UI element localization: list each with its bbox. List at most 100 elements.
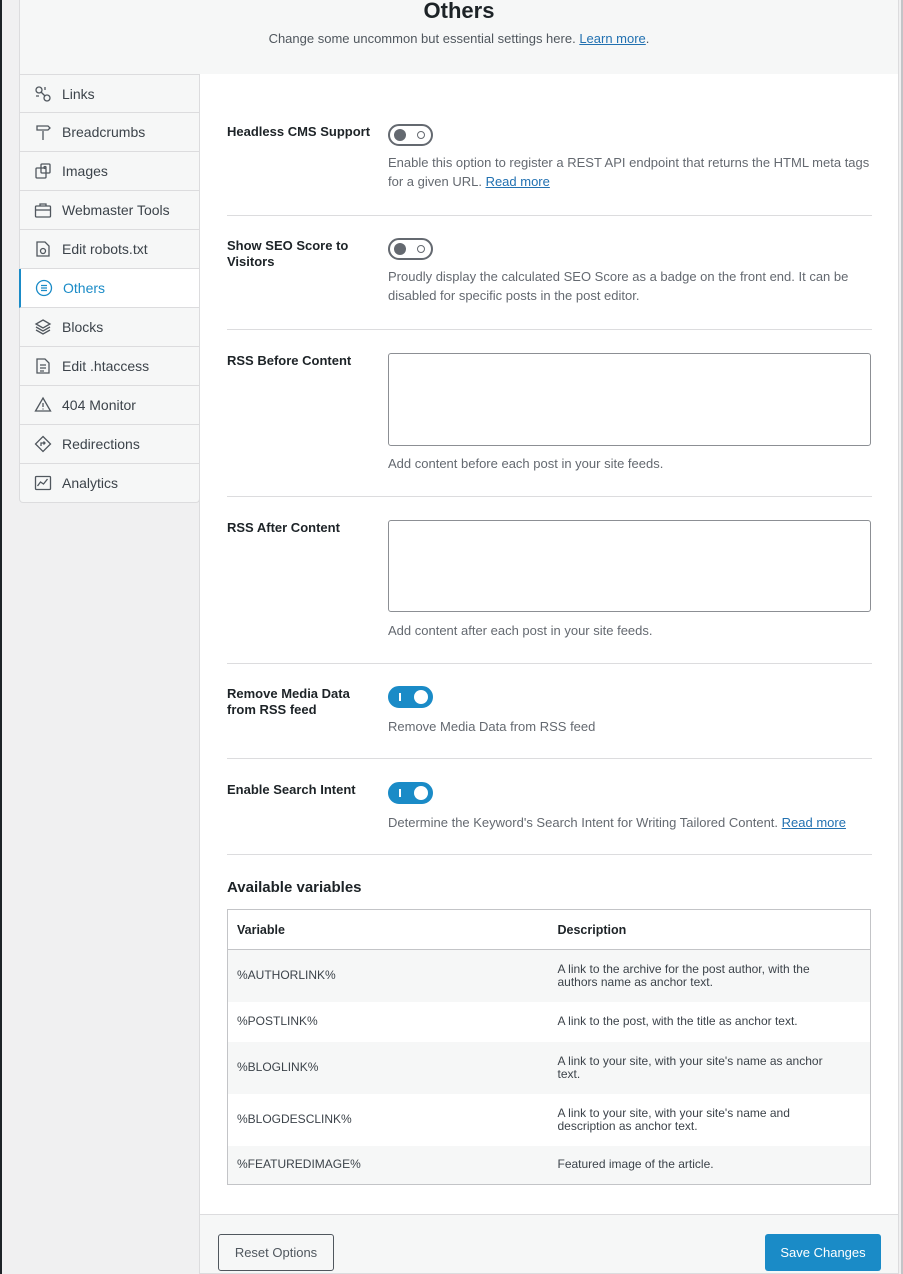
setting-label: Headless CMS Support (227, 124, 371, 139)
sidebar-item-label: Blocks (62, 319, 104, 335)
toggle-knob (394, 129, 406, 141)
sidebar-item-label: Others (63, 280, 106, 296)
setting-field: Add content before each post in your sit… (388, 353, 872, 473)
column-header-description: Description (548, 909, 871, 950)
read-more-link[interactable]: Read more (782, 815, 846, 830)
signpost-icon (33, 122, 53, 142)
sidebar-item-redirections[interactable]: Redirections (19, 425, 200, 464)
toggle-knob (394, 243, 406, 255)
subtitle-text: Change some uncommon but essential setti… (268, 31, 576, 46)
learn-more-link[interactable]: Learn more (579, 31, 645, 46)
setting-label: Show SEO Score to Visitors (227, 238, 349, 269)
table-row: %AUTHORLINK% A link to the archive for t… (227, 949, 871, 1002)
toggle-off-indicator (417, 245, 425, 253)
list-circle-icon (34, 278, 54, 298)
setting-description: Add content before each post in your sit… (388, 456, 664, 471)
sidebar-item-label: Analytics (62, 475, 119, 491)
blocks-icon (33, 317, 53, 337)
setting-field: Proudly display the calculated SEO Score… (388, 238, 872, 305)
analytics-icon (33, 473, 53, 493)
settings-sidebar: Links Breadcrumbs Images Webmaster Tools… (19, 74, 200, 503)
sidebar-item-label: Breadcrumbs (62, 124, 146, 140)
setting-field: Determine the Keyword's Search Intent fo… (388, 782, 872, 832)
sidebar-item-blocks[interactable]: Blocks (19, 308, 200, 347)
description-text: Determine the Keyword's Search Intent fo… (388, 815, 779, 830)
headless-cms-toggle[interactable] (388, 124, 433, 146)
setting-description: Determine the Keyword's Search Intent fo… (388, 813, 872, 832)
sidebar-item-label: 404 Monitor (62, 397, 136, 413)
settings-footer: Reset Options Save Changes (199, 1214, 899, 1274)
redirect-icon (33, 434, 53, 454)
robot-file-icon (33, 239, 53, 259)
toggle-knob (414, 690, 428, 704)
sidebar-item-label: Webmaster Tools (62, 202, 170, 218)
seo-score-toggle[interactable] (388, 238, 433, 260)
page-subtitle: Change some uncommon but essential setti… (268, 31, 650, 46)
sidebar-item-label: Edit .htaccess (62, 358, 150, 374)
toggle-knob (414, 786, 428, 800)
setting-row-remove-media: Remove Media Data from RSS feed Remove M… (227, 686, 872, 759)
setting-label: Remove Media Data from RSS feed (227, 686, 350, 717)
sidebar-item-edit-robots[interactable]: Edit robots.txt (19, 230, 200, 269)
read-more-link[interactable]: Read more (486, 174, 550, 189)
description-cell: Featured image of the article. (548, 1145, 871, 1185)
description-text: Enable this option to register a REST AP… (388, 155, 870, 189)
toolbox-icon (33, 200, 53, 220)
sidebar-item-webmaster-tools[interactable]: Webmaster Tools (19, 191, 200, 230)
table-row: %POSTLINK% A link to the post, with the … (228, 1002, 871, 1042)
search-intent-toggle[interactable] (388, 782, 433, 804)
sidebar-item-label: Images (62, 163, 108, 179)
setting-label: RSS After Content (227, 520, 340, 535)
toggle-off-indicator (417, 131, 425, 139)
variable-cell: %FEATUREDIMAGE% (227, 1145, 549, 1185)
link-icon (33, 84, 53, 104)
left-edge (0, 0, 2, 1274)
sidebar-item-404-monitor[interactable]: 404 Monitor (19, 386, 200, 425)
variable-cell: %BLOGDESCLINK% (237, 1112, 352, 1126)
remove-media-toggle[interactable] (388, 686, 433, 708)
toggle-on-indicator (399, 693, 401, 701)
save-changes-button[interactable]: Save Changes (765, 1234, 881, 1271)
file-text-icon (33, 356, 53, 376)
setting-row-seo-score: Show SEO Score to Visitors Proudly displ… (227, 238, 872, 330)
sidebar-item-others[interactable]: Others (19, 269, 200, 308)
page-header: Others Change some uncommon but essentia… (19, 0, 899, 75)
table-row: %FEATUREDIMAGE% Featured image of the ar… (227, 1145, 871, 1185)
rss-before-textarea[interactable] (388, 353, 871, 446)
rss-after-textarea[interactable] (388, 520, 871, 612)
setting-row-search-intent: Enable Search Intent Determine the Keywo… (227, 782, 872, 855)
reset-options-button[interactable]: Reset Options (218, 1234, 334, 1271)
description-cell: A link to the archive for the post autho… (548, 949, 871, 1002)
page-title: Others (423, 0, 495, 23)
setting-label: RSS Before Content (227, 353, 352, 368)
setting-label: Enable Search Intent (227, 782, 356, 797)
sidebar-item-label: Edit robots.txt (62, 241, 148, 257)
sidebar-item-breadcrumbs[interactable]: Breadcrumbs (19, 113, 200, 152)
sidebar-item-label: Redirections (62, 436, 140, 452)
description-cell: A link to your site, with your site's na… (557, 1105, 790, 1133)
sidebar-item-images[interactable]: Images (19, 152, 200, 191)
table-header-row: Variable Description (227, 909, 871, 950)
settings-panel: Headless CMS Support Enable this option … (199, 74, 899, 1215)
column-header-variable: Variable (227, 909, 549, 950)
setting-description: Proudly display the calculated SEO Score… (388, 269, 849, 303)
setting-row-rss-after: RSS After Content Add content after each… (227, 520, 872, 664)
setting-description: Enable this option to register a REST AP… (388, 153, 872, 191)
setting-field: Add content after each post in your site… (388, 520, 872, 640)
description-cell: A link to the post, with the title as an… (557, 1014, 798, 1028)
sidebar-item-edit-htaccess[interactable]: Edit .htaccess (19, 347, 200, 386)
sidebar-item-analytics[interactable]: Analytics (19, 464, 200, 503)
sidebar-item-links[interactable]: Links (19, 74, 200, 113)
variable-cell: %BLOGLINK% (227, 1041, 549, 1094)
setting-row-headless-cms: Headless CMS Support Enable this option … (227, 124, 872, 216)
variables-title: Available variables (227, 879, 362, 896)
setting-row-rss-before: RSS Before Content Add content before ea… (227, 353, 872, 497)
variable-cell: %AUTHORLINK% (227, 949, 549, 1002)
description-cell: A link to your site, with your site's na… (548, 1041, 871, 1094)
setting-description: Remove Media Data from RSS feed (388, 719, 596, 734)
setting-description: Add content after each post in your site… (388, 623, 653, 638)
warning-icon (33, 395, 53, 415)
images-icon (33, 161, 53, 181)
table-row: %BLOGLINK% A link to your site, with you… (227, 1041, 871, 1094)
toggle-on-indicator (399, 789, 401, 797)
